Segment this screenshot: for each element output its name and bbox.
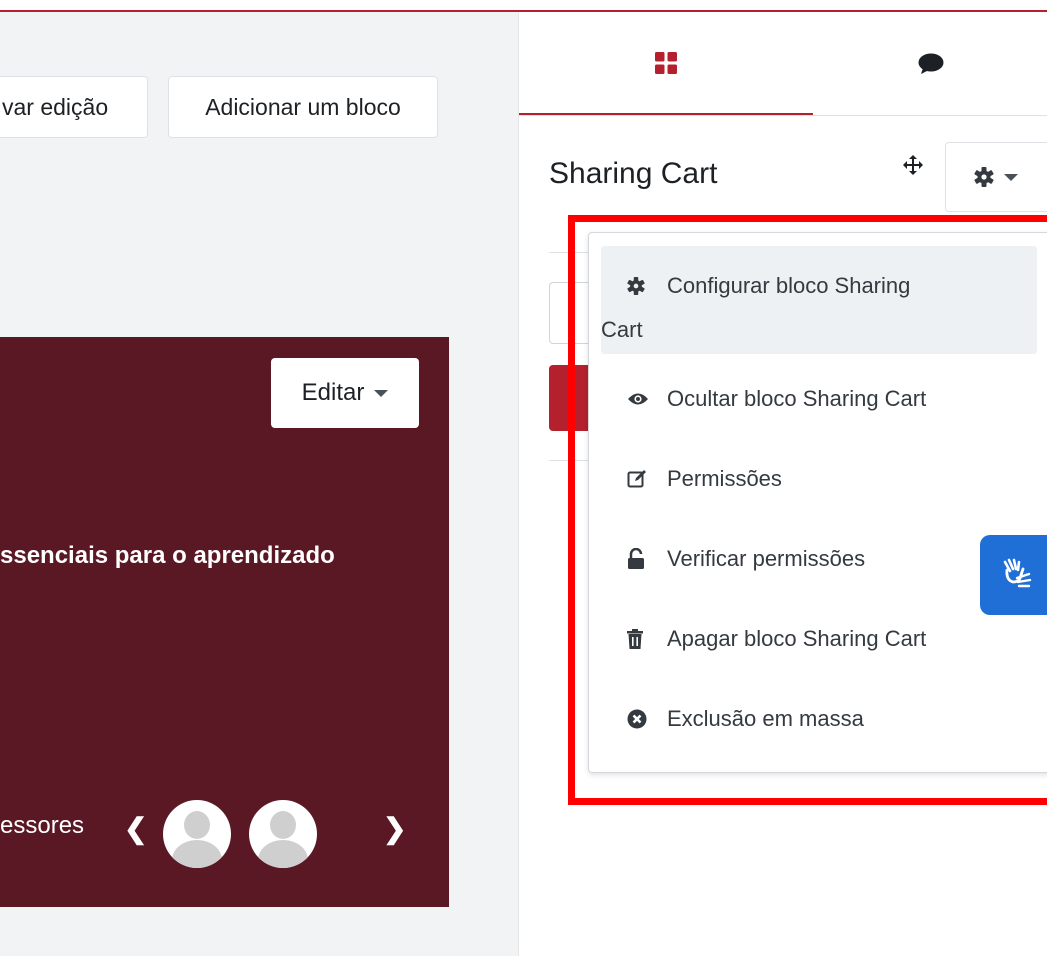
blocks-grid-icon [655, 51, 677, 74]
main-content: var edição Adicionar um bloco Editar sse… [0, 12, 518, 956]
caret-down-icon [1004, 173, 1018, 181]
add-block-label: Adicionar um bloco [205, 93, 401, 120]
trash-icon [627, 625, 667, 653]
chat-bubble-icon [918, 53, 943, 74]
menu-item-hide-block[interactable]: Ocultar bloco Sharing Cart [601, 385, 1037, 421]
chevron-right-icon[interactable]: ❯ [383, 815, 406, 843]
block-title: Sharing Cart [549, 157, 718, 190]
top-border [0, 0, 1047, 12]
avatar[interactable] [249, 800, 317, 868]
menu-item-check-permissions[interactable]: Verificar permissões [601, 545, 1037, 581]
chevron-left-icon[interactable]: ❮ [124, 815, 147, 843]
edit-icon [627, 465, 667, 493]
edit-label: Editar [301, 379, 365, 406]
tab-messages[interactable] [813, 12, 1047, 115]
avatar[interactable] [163, 800, 231, 868]
menu-item-delete-block[interactable]: Apagar bloco Sharing Cart [601, 625, 1037, 661]
gear-icon [974, 167, 994, 187]
unlock-icon [627, 545, 667, 573]
move-icon[interactable] [902, 154, 924, 176]
menu-item-label: Cart [601, 317, 643, 342]
menu-item-label: Apagar bloco Sharing Cart [667, 626, 927, 651]
course-heading: ssenciais para o aprendizado [0, 542, 335, 569]
tab-blocks[interactable] [519, 12, 813, 115]
block-actions-menu: Configurar bloco Sharing Cart Ocultar bl… [588, 232, 1047, 773]
menu-item-configure-block[interactable]: Configurar bloco Sharing Cart [601, 246, 1037, 354]
menu-item-bulk-delete[interactable]: Exclusão em massa [601, 705, 1037, 741]
menu-item-label: Configurar bloco Sharing [667, 273, 911, 298]
block-actions-dropdown[interactable] [945, 142, 1047, 212]
menu-item-label: Permissões [667, 466, 782, 491]
x-circle-icon [627, 705, 667, 733]
course-card: Editar ssenciais para o aprendizado esso… [0, 337, 449, 907]
caret-down-icon [374, 389, 389, 397]
menu-item-label: Ocultar bloco Sharing Cart [667, 386, 927, 411]
add-block-button[interactable]: Adicionar um bloco [168, 76, 438, 138]
menu-item-label: Verificar permissões [667, 546, 866, 571]
menu-item-permissions[interactable]: Permissões [601, 465, 1037, 501]
accessibility-widget-button[interactable] [980, 535, 1047, 615]
toggle-edit-button[interactable]: var edição [0, 76, 148, 138]
menu-item-label: Exclusão em massa [667, 706, 864, 731]
sign-language-icon [1003, 558, 1032, 588]
drawer-tabs [519, 12, 1047, 116]
toggle-edit-label: var edição [2, 93, 109, 120]
eye-icon [627, 385, 667, 413]
edit-dropdown-button[interactable]: Editar [271, 358, 419, 428]
teachers-label: essores [0, 812, 85, 839]
